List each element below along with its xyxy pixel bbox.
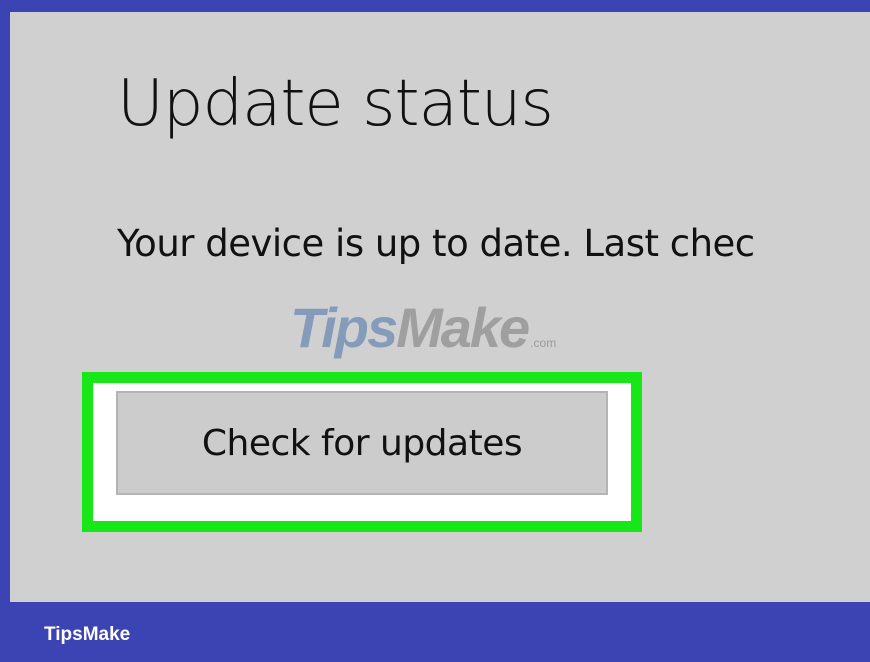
update-panel: Update status Your device is up to date.… xyxy=(10,12,870,602)
watermark-logo: TipsMake .com xyxy=(290,300,556,356)
brand-bar: TipsMake xyxy=(0,602,870,662)
watermark-suffix: .com xyxy=(530,336,557,350)
check-for-updates-label: Check for updates xyxy=(201,422,523,464)
screenshot-frame: Update status Your device is up to date.… xyxy=(0,0,870,662)
watermark-tips: Tips xyxy=(290,296,398,359)
update-status-text: Your device is up to date. Last chec xyxy=(117,222,755,265)
check-for-updates-button[interactable]: Check for updates xyxy=(116,391,608,495)
brand-name: TipsMake xyxy=(44,624,131,645)
page-title: Update status xyxy=(117,67,554,141)
watermark-make: Make xyxy=(396,296,530,359)
